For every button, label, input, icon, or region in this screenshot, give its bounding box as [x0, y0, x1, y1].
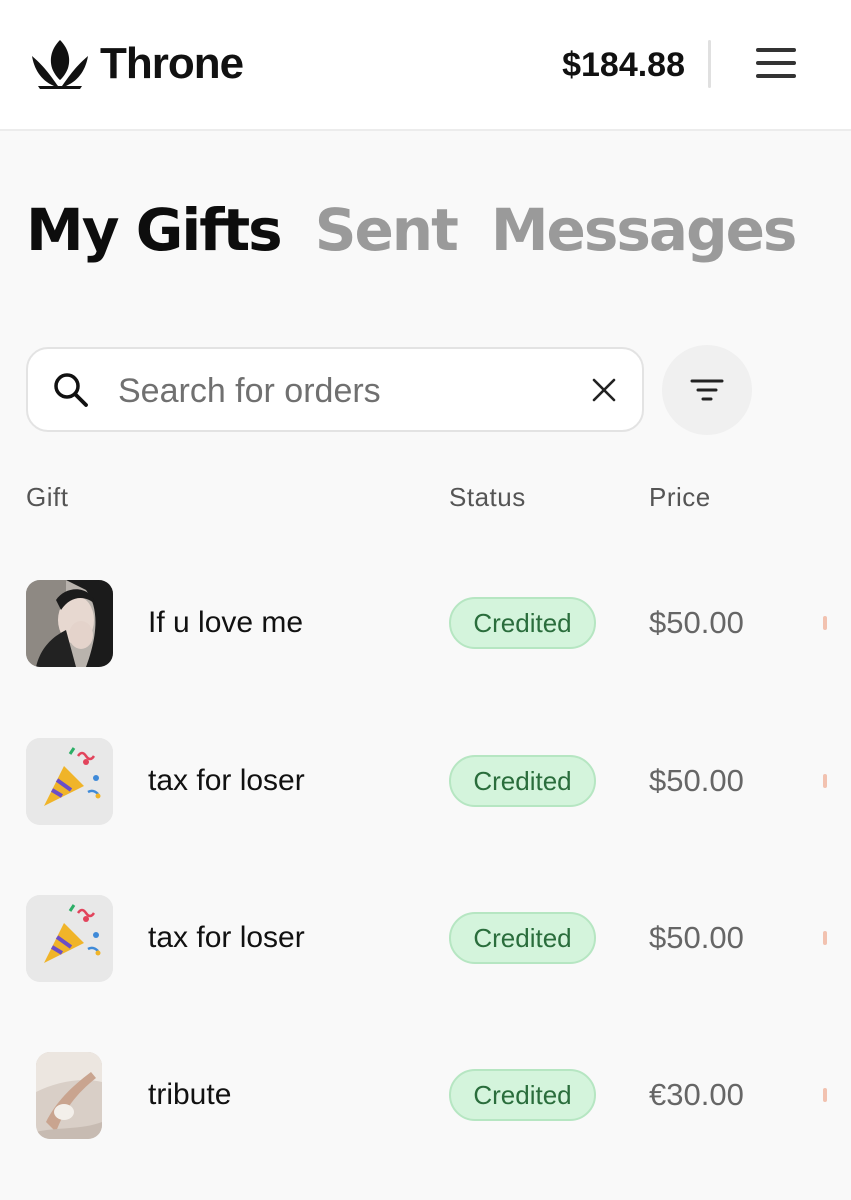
row-overflow-indicator — [823, 616, 827, 630]
status-badge: Credited — [449, 1069, 596, 1121]
gift-price: $50.00 — [649, 605, 744, 640]
close-icon[interactable] — [590, 376, 618, 404]
header-divider — [708, 40, 711, 88]
throne-crown-logo-icon — [32, 40, 88, 89]
gift-price: $50.00 — [649, 763, 744, 798]
gift-name: tax for loser — [148, 921, 305, 954]
table-row[interactable]: tax for loser Credited $50.00 — [0, 895, 851, 985]
tab-sent[interactable]: Sent — [315, 190, 459, 270]
column-header-gift: Gift — [26, 482, 69, 512]
party-popper-icon — [26, 895, 113, 982]
party-popper-icon — [26, 738, 113, 825]
status-badge: Credited — [449, 755, 596, 807]
status-badge: Credited — [449, 597, 596, 649]
search-input[interactable] — [116, 365, 560, 417]
gift-name: tribute — [148, 1078, 232, 1111]
app-header: Throne $184.88 — [0, 0, 851, 131]
section-tabs: My GiftsSentMessagesRe — [26, 190, 826, 274]
tab-messages[interactable]: Messages — [491, 190, 798, 270]
row-overflow-indicator — [823, 931, 827, 945]
hamburger-menu-icon[interactable] — [756, 48, 796, 82]
brand-logo[interactable]: Throne — [30, 38, 244, 90]
filter-icon — [690, 379, 724, 401]
table-row[interactable]: If u love me Credited $50.00 — [0, 580, 851, 670]
account-balance[interactable]: $184.88 — [562, 44, 685, 86]
row-overflow-indicator — [823, 1088, 827, 1102]
gift-price: $50.00 — [649, 920, 744, 955]
search-icon — [54, 373, 88, 407]
gift-price: €30.00 — [649, 1077, 744, 1112]
gift-name: tax for loser — [148, 764, 305, 797]
status-badge: Credited — [449, 912, 596, 964]
table-row[interactable]: tribute Credited €30.00 — [0, 1052, 851, 1142]
table-row[interactable]: tax for loser Credited $50.00 — [0, 738, 851, 828]
filter-button[interactable] — [662, 345, 752, 435]
gift-name: If u love me — [148, 606, 304, 639]
brand-name: Throne — [100, 39, 244, 88]
column-header-price: Price — [649, 482, 711, 512]
gift-thumbnail-photo — [36, 1052, 102, 1139]
search-bar — [26, 347, 644, 432]
gift-thumbnail-photo — [26, 580, 113, 667]
tab-my-gifts[interactable]: My Gifts — [26, 190, 283, 270]
column-header-status: Status — [449, 482, 526, 512]
row-overflow-indicator — [823, 774, 827, 788]
